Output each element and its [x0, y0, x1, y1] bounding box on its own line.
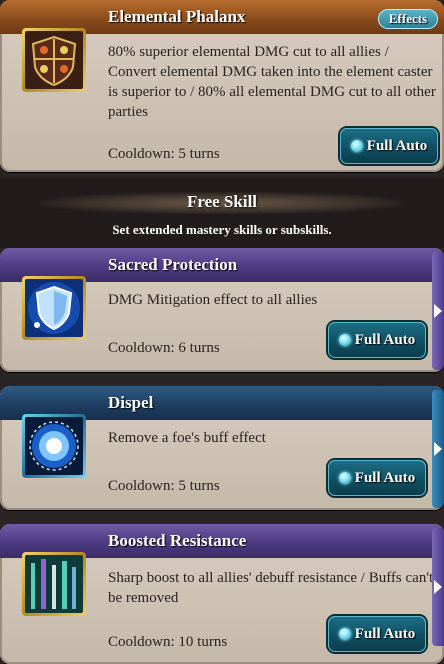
skill-description: DMG Mitigation effect to all allies [108, 292, 318, 308]
toggle-indicator-icon [338, 628, 351, 640]
full-auto-label: Full Auto [354, 331, 416, 348]
full-auto-label: Full Auto [366, 137, 428, 154]
full-auto-button[interactable]: Full Auto [340, 128, 438, 164]
skill-slot-tab[interactable] [432, 252, 444, 370]
effects-button[interactable]: Effects [378, 9, 438, 29]
skill-cooldown: Cooldown: 5 turns [108, 478, 220, 494]
skill-card-sacred-protection[interactable]: Sacred Protection DMG Mitigation effect … [0, 248, 444, 372]
free-skill-subtitle: Set extended mastery skills or subskills… [112, 222, 332, 237]
arrow-right-icon [434, 304, 442, 318]
skill-description: Sharp boost to all allies' debuff resist… [108, 570, 434, 606]
full-auto-label: Full Auto [354, 625, 416, 642]
full-auto-label: Full Auto [354, 469, 416, 486]
skill-cooldown: Cooldown: 6 turns [108, 340, 220, 356]
skill-title: Boosted Resistance [108, 531, 247, 550]
free-skill-title: Free Skill [186, 192, 258, 211]
skill-card-boosted-resistance[interactable]: Boosted Resistance Sharp boost to all al… [0, 524, 444, 664]
full-auto-button[interactable]: Full Auto [328, 460, 426, 496]
full-auto-button[interactable]: Full Auto [328, 322, 426, 358]
skill-title: Elemental Phalanx [108, 7, 246, 26]
full-auto-button[interactable]: Full Auto [328, 616, 426, 652]
toggle-indicator-icon [338, 472, 351, 484]
holy-shield-icon [22, 276, 86, 340]
skill-card-elemental-phalanx: Elemental Phalanx Effects 80% superior e… [0, 0, 444, 172]
toggle-indicator-icon [350, 140, 363, 152]
skill-title: Sacred Protection [108, 255, 238, 274]
skill-slot-tab[interactable] [432, 390, 444, 508]
elemental-shield-icon [22, 28, 86, 92]
resistance-aura-icon [22, 552, 86, 616]
free-skill-section: Free Skill Set extended mastery skills o… [0, 178, 444, 248]
arrow-right-icon [434, 580, 442, 594]
skill-slot-tab[interactable] [432, 528, 444, 646]
skill-cooldown: Cooldown: 5 turns [108, 146, 220, 162]
toggle-indicator-icon [338, 334, 351, 346]
skill-description: Remove a foe's buff effect [108, 430, 266, 446]
skill-cooldown: Cooldown: 10 turns [108, 634, 228, 650]
skill-title: Dispel [108, 393, 154, 412]
skill-description: 80% superior elemental DMG cut to all al… [108, 44, 436, 120]
skill-card-dispel[interactable]: Dispel Remove a foe's buff effect Cooldo… [0, 386, 444, 510]
dispel-orb-icon [22, 414, 86, 478]
arrow-right-icon [434, 442, 442, 456]
